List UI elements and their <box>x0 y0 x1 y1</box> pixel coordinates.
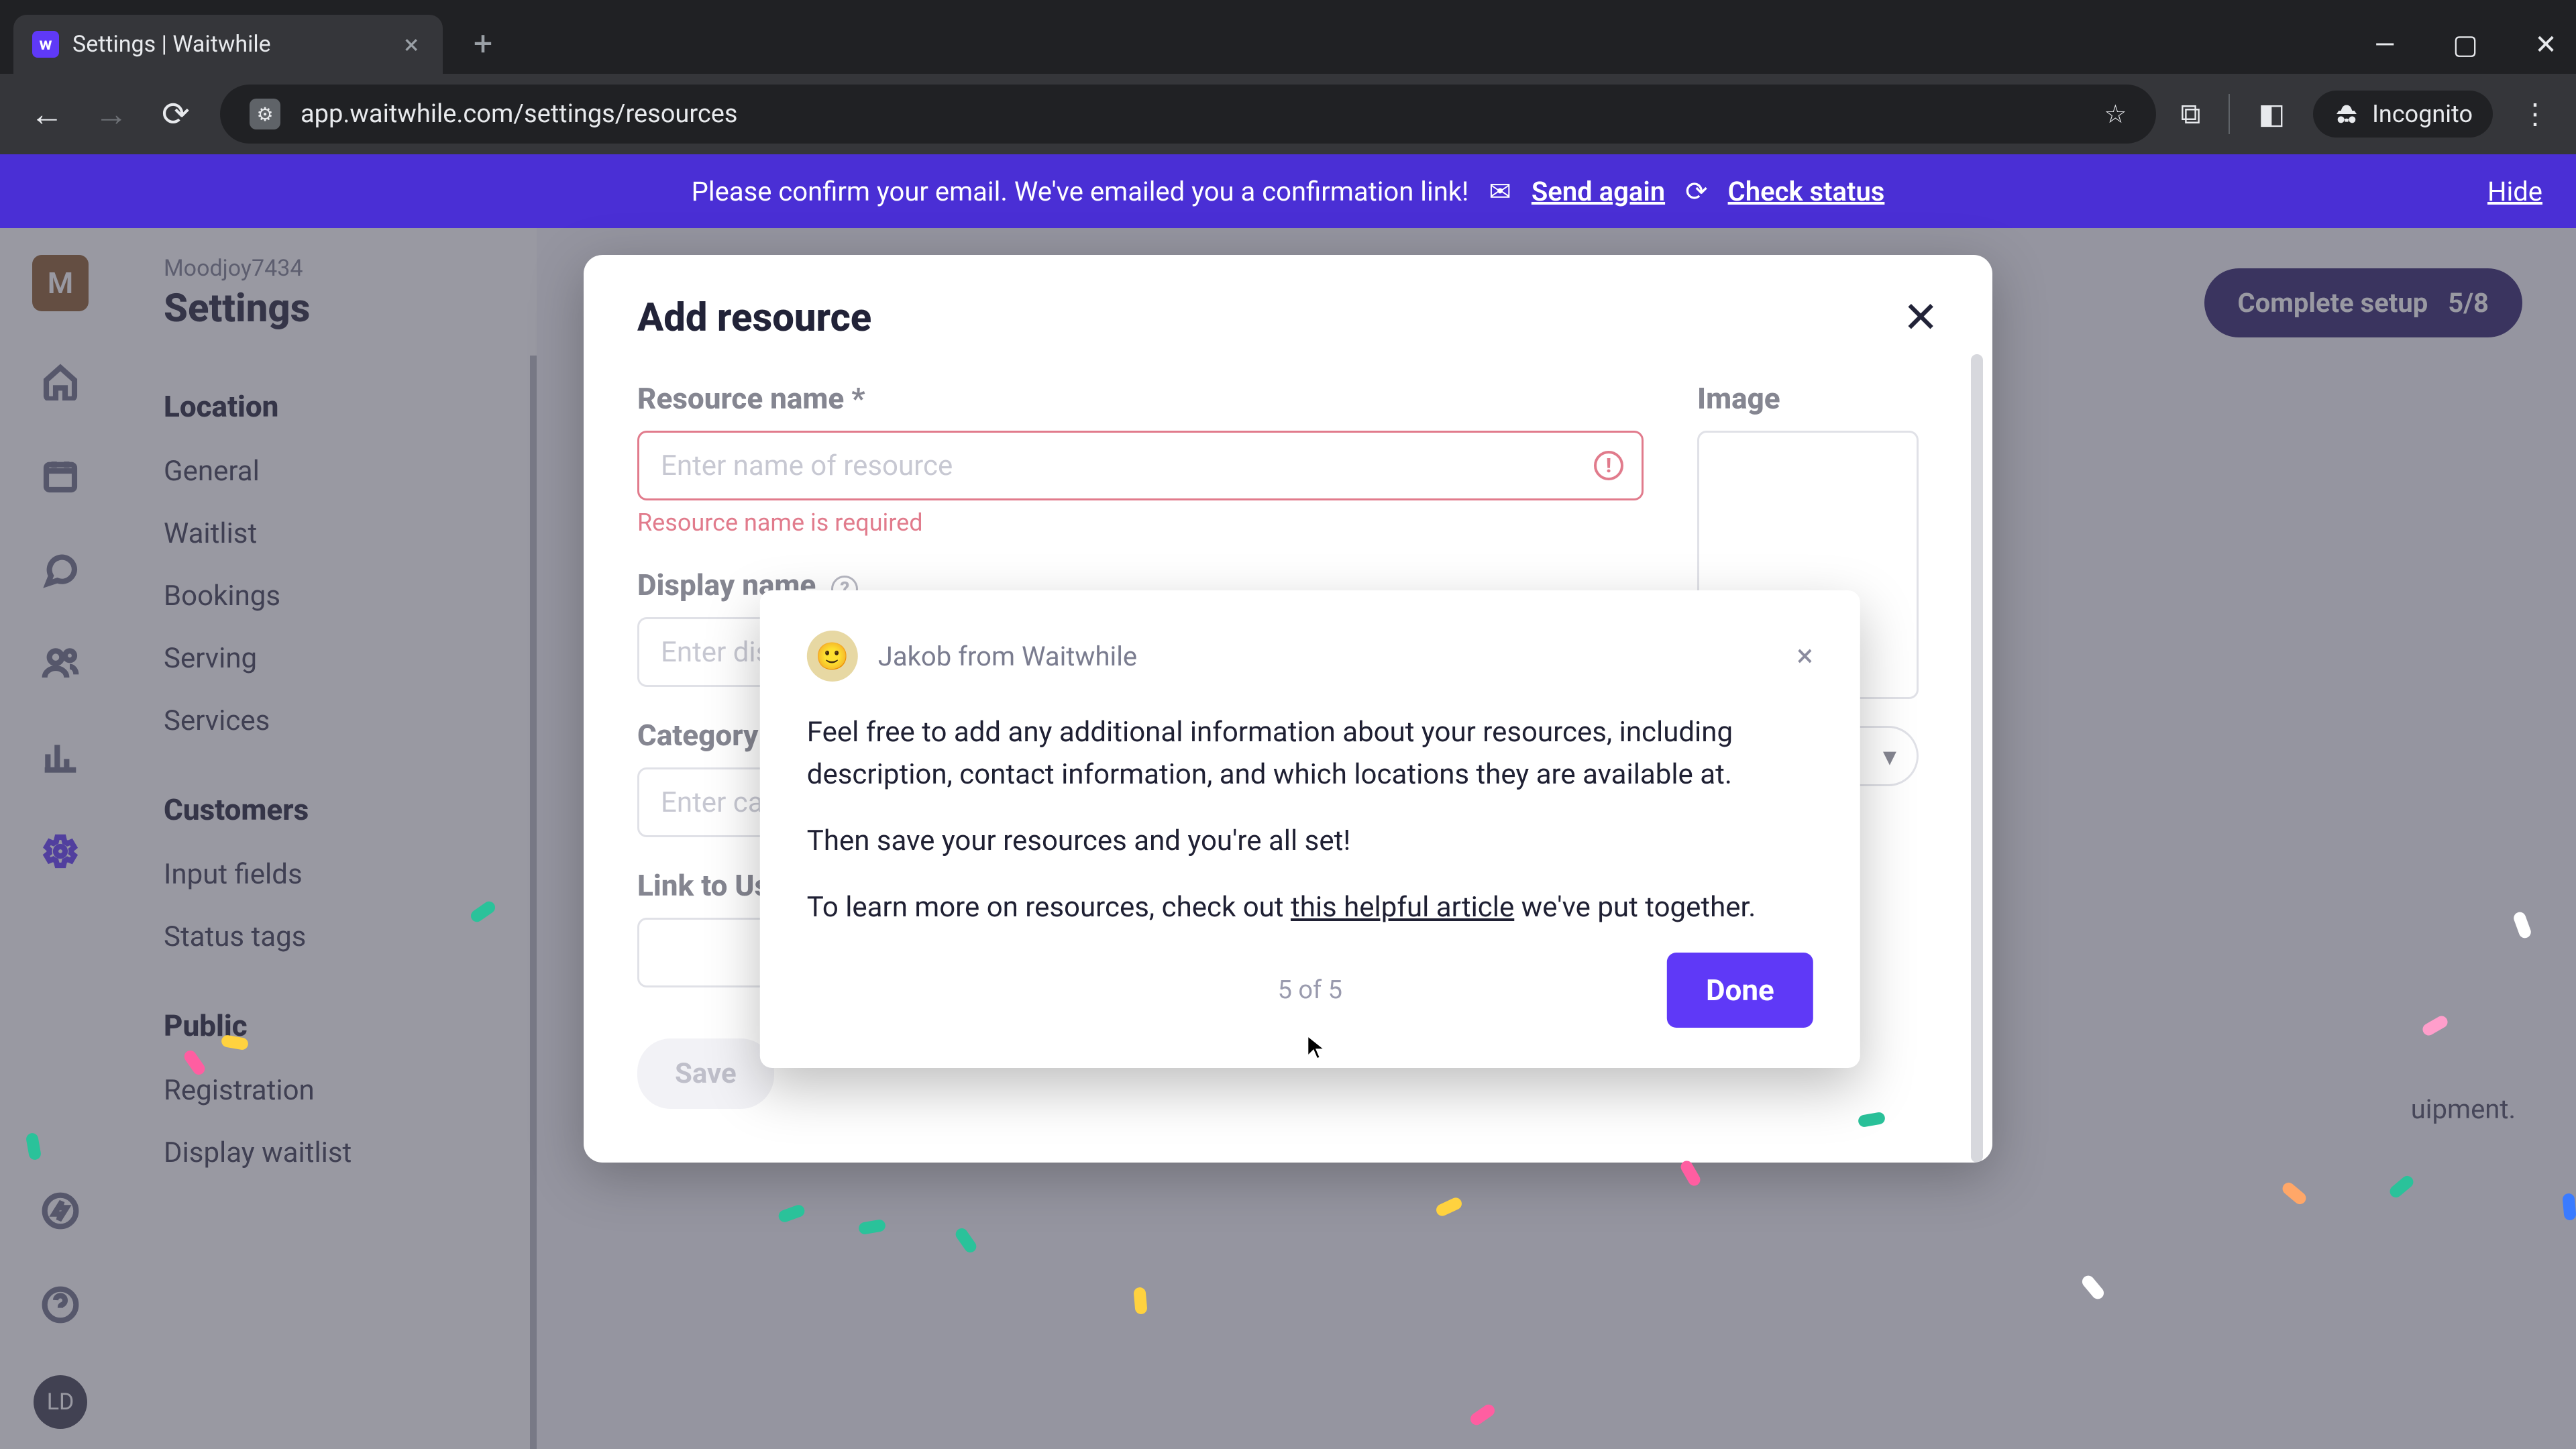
url-text: app.waitwhile.com/settings/resources <box>301 99 738 129</box>
tour-popover: 🙂 Jakob from Waitwhile × Feel free to ad… <box>760 590 1860 1068</box>
tour-step-indicator: 5 of 5 <box>1278 975 1342 1005</box>
cursor-icon <box>1303 1033 1331 1061</box>
tour-para-1: Feel free to add any additional informat… <box>807 711 1813 796</box>
tabstrip: w Settings | Waitwhile × + — ▢ ✕ <box>0 0 2576 74</box>
confetti-piece <box>1133 1287 1147 1314</box>
new-tab-button[interactable]: + <box>463 24 503 64</box>
minimize-icon[interactable]: — <box>2368 29 2402 60</box>
close-window-icon[interactable]: ✕ <box>2529 29 2563 60</box>
tour-p3-suffix: we've put together. <box>1514 891 1756 924</box>
back-icon[interactable]: ← <box>27 94 67 134</box>
sidepanel-icon[interactable]: ◧ <box>2258 97 2285 131</box>
tour-author: Jakob from Waitwhile <box>878 641 1137 672</box>
tour-helpful-article-link[interactable]: this helpful article <box>1291 891 1514 924</box>
tour-body: Feel free to add any additional informat… <box>807 711 1813 928</box>
envelope-icon: ✉ <box>1489 176 1511 207</box>
toolbar-separator <box>2229 94 2230 134</box>
tour-author-avatar: 🙂 <box>807 631 858 682</box>
incognito-icon <box>2333 101 2360 127</box>
tour-close-icon[interactable]: × <box>1796 638 1813 674</box>
bookmark-star-icon[interactable]: ☆ <box>2104 99 2127 129</box>
incognito-label: Incognito <box>2372 100 2473 128</box>
site-info-icon[interactable]: ⚙ <box>250 99 280 129</box>
save-button[interactable]: Save <box>637 1038 774 1109</box>
incognito-badge[interactable]: Incognito <box>2313 91 2493 138</box>
tour-done-button[interactable]: Done <box>1667 953 1813 1028</box>
confetti-piece <box>2562 1193 2576 1220</box>
maximize-icon[interactable]: ▢ <box>2449 29 2482 60</box>
chevron-down-icon: ▾ <box>1883 741 1896 772</box>
extensions-icon[interactable]: ⧉ <box>2180 98 2200 131</box>
favicon-icon: w <box>32 31 59 58</box>
banner-text: Please confirm your email. We've emailed… <box>692 176 1469 207</box>
kebab-menu-icon[interactable]: ⋮ <box>2521 97 2549 131</box>
reload-icon[interactable]: ⟳ <box>156 94 196 134</box>
browser-toolbar: ← → ⟳ ⚙ app.waitwhile.com/settings/resou… <box>0 74 2576 154</box>
tab-title: Settings | Waitwhile <box>72 31 271 58</box>
banner-send-again-link[interactable]: Send again <box>1532 176 1665 207</box>
tour-para-2: Then save your resources and you're all … <box>807 820 1813 862</box>
refresh-icon: ⟳ <box>1685 176 1708 207</box>
resource-name-error: Resource name is required <box>637 508 1644 537</box>
modal-title: Add resource <box>637 295 871 341</box>
tab-close-icon[interactable]: × <box>405 29 419 60</box>
category-label: Category <box>637 718 758 753</box>
resource-name-input[interactable] <box>637 431 1644 500</box>
forward-icon[interactable]: → <box>91 94 131 134</box>
resource-name-label: Resource name * <box>637 381 1644 416</box>
modal-close-icon[interactable]: ✕ <box>1902 297 1939 339</box>
tour-p3-prefix: To learn more on resources, check out <box>807 891 1291 924</box>
app-viewport: Please confirm your email. We've emailed… <box>0 154 2576 1449</box>
banner-hide-link[interactable]: Hide <box>2487 176 2542 207</box>
image-label: Image <box>1697 381 1939 416</box>
error-icon: ! <box>1594 451 1623 480</box>
modal-scrollbar[interactable] <box>1971 354 1983 1163</box>
browser-tab[interactable]: w Settings | Waitwhile × <box>13 15 443 74</box>
tour-para-3: To learn more on resources, check out th… <box>807 886 1813 928</box>
field-resource-name: Resource name * ! Resource name is requi… <box>637 381 1644 537</box>
confirm-email-banner: Please confirm your email. We've emailed… <box>0 154 2576 228</box>
address-bar[interactable]: ⚙ app.waitwhile.com/settings/resources ☆ <box>220 85 2156 144</box>
banner-check-status-link[interactable]: Check status <box>1728 176 1885 207</box>
window-controls: — ▢ ✕ <box>2368 29 2563 60</box>
